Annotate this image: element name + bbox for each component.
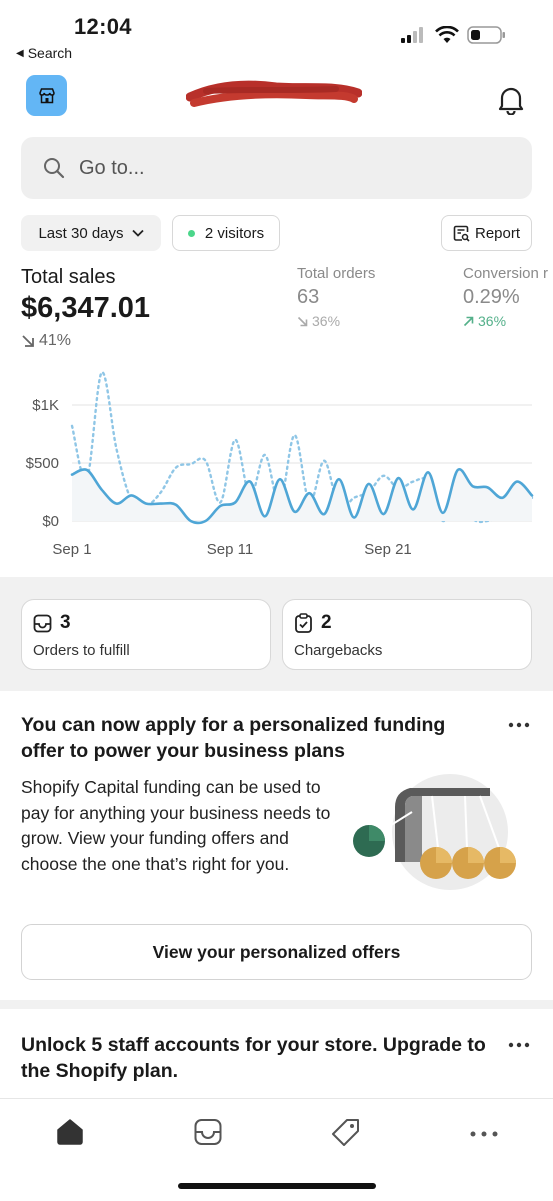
chart-y-tick-label: $0	[42, 513, 59, 530]
inbox-icon[interactable]	[193, 1117, 223, 1147]
total-orders-metric[interactable]: Total orders 63 36%	[297, 265, 375, 329]
total-sales-change-value: 41%	[39, 332, 72, 349]
conversion-change-value: 36%	[478, 313, 507, 329]
chargebacks-card[interactable]: 2 Chargebacks	[282, 599, 532, 670]
total-orders-change-value: 36%	[312, 313, 341, 329]
live-dot-icon	[187, 229, 195, 237]
search-placeholder: Go to...	[79, 156, 145, 179]
funding-card-title: You can now apply for a personalized fun…	[21, 714, 446, 762]
store-button[interactable]	[26, 75, 67, 116]
back-arrow-icon: ◀	[16, 47, 24, 59]
signal-icon	[401, 27, 423, 43]
total-sales-value: $6,347.01	[21, 292, 151, 324]
orders-to-fulfill-card[interactable]: 3 Orders to fulfill	[21, 599, 271, 670]
chart-y-tick-label: $500	[26, 455, 59, 472]
chevron-down-icon	[131, 229, 144, 237]
conversion-value: 0.29%	[463, 286, 520, 308]
staff-card-title: Unlock 5 staff accounts for your store. …	[21, 1034, 486, 1082]
total-orders-value: 63	[297, 286, 320, 308]
arrow-down-right-icon	[297, 316, 308, 326]
chart-x-tick-label: Sep 21	[364, 541, 412, 558]
total-sales-label[interactable]: Total sales	[21, 266, 116, 289]
home-icon[interactable]	[55, 1117, 85, 1147]
chargebacks-count: 2	[321, 612, 332, 633]
conversion-label: Conversion r	[463, 265, 549, 282]
chart-area-fill	[72, 469, 532, 523]
inbox-icon	[33, 614, 52, 632]
section-divider	[0, 1000, 553, 1009]
date-range-dropdown[interactable]: Last 30 days	[21, 215, 161, 251]
report-label: Report	[474, 224, 521, 242]
redacted-store-name	[186, 80, 362, 107]
date-range-label: Last 30 days	[38, 224, 124, 242]
battery-icon	[467, 26, 505, 44]
clipboard-check-icon	[295, 613, 312, 633]
chart-y-tick-label: $1K	[32, 397, 59, 414]
status-icons	[401, 25, 507, 45]
visitors-label: 2 visitors	[204, 224, 265, 242]
chargebacks-label: Chargebacks	[294, 642, 383, 659]
sales-chart[interactable]: $1K $500 $0 Sep 1 Sep 11 Sep 21	[0, 360, 553, 570]
chart-x-tick-label: Sep 11	[207, 541, 253, 558]
search-icon	[44, 158, 65, 179]
orders-to-fulfill-count: 3	[60, 612, 71, 633]
tag-icon[interactable]	[330, 1117, 362, 1149]
view-offers-button[interactable]: View your personalized offers	[21, 924, 532, 980]
total-sales-change: 41%	[21, 332, 71, 350]
more-icon[interactable]	[469, 1130, 499, 1138]
chart-x-tick-label: Sep 1	[52, 541, 91, 558]
status-time: 12:04	[74, 14, 132, 39]
arrow-up-right-icon	[463, 316, 474, 326]
newtons-cradle-illustration	[353, 774, 516, 890]
funding-card-body: Shopify Capital funding can be used to p…	[21, 777, 331, 874]
conversion-metric[interactable]: Conversion r 0.29% 36%	[463, 265, 553, 329]
ellipsis-icon[interactable]	[508, 1042, 530, 1048]
ellipsis-icon[interactable]	[508, 722, 530, 728]
total-orders-change: 36%	[297, 313, 375, 329]
report-icon	[453, 225, 470, 242]
report-button[interactable]: Report	[441, 215, 532, 251]
live-visitors-chip[interactable]: 2 visitors	[172, 215, 280, 251]
wifi-icon	[435, 26, 459, 43]
arrow-down-right-icon	[22, 335, 34, 347]
orders-to-fulfill-label: Orders to fulfill	[33, 642, 130, 659]
store-icon	[38, 87, 55, 103]
back-label: Search	[27, 45, 73, 61]
back-to-search[interactable]: ◀ Search	[16, 45, 72, 61]
search-input[interactable]: Go to...	[21, 137, 532, 199]
bell-icon[interactable]	[497, 85, 525, 115]
total-orders-label: Total orders	[297, 265, 376, 282]
conversion-change: 36%	[463, 313, 553, 329]
home-indicator	[178, 1183, 376, 1189]
